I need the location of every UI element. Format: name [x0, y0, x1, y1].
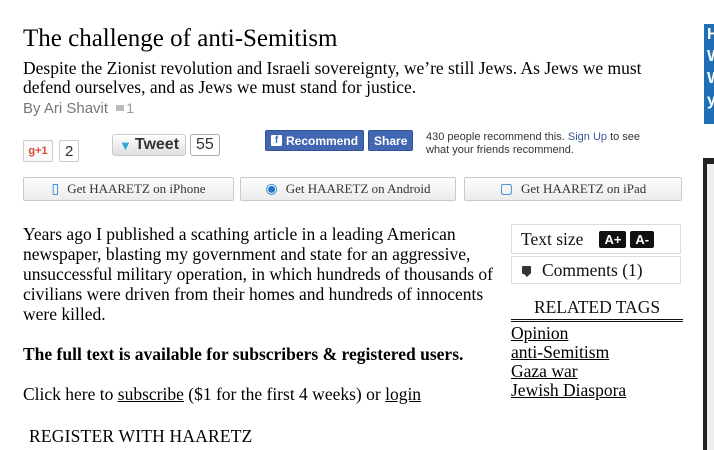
register-link[interactable]: REGISTER WITH HAARETZ: [29, 426, 253, 447]
related-tags-heading: RELATED TAGS: [511, 297, 683, 322]
gplus-widget: g+1 2: [23, 140, 80, 162]
facebook-widget: f Recommend Share: [265, 130, 417, 151]
byline: By Ari Shavit 1: [23, 100, 134, 117]
fb-share-button[interactable]: Share: [368, 130, 414, 151]
get-iphone-app-button[interactable]: ▯ Get HAARETZ on iPhone: [23, 177, 234, 201]
tag-link[interactable]: Opinion: [511, 324, 626, 343]
gplus-count: 2: [59, 140, 80, 162]
android-app-label: Get HAARETZ on Android: [285, 181, 431, 196]
twitter-bird-icon: ▼: [119, 137, 132, 153]
subscribe-prefix: Click here to: [23, 384, 118, 404]
article-subtitle: Despite the Zionist revolution and Israe…: [23, 58, 642, 97]
text-size-control: Text size A+ A-: [511, 224, 681, 254]
decrease-text-button[interactable]: A-: [630, 230, 655, 248]
comments-label: Comments (1): [542, 259, 643, 280]
comment-bubble-icon: [522, 266, 531, 277]
tweet-count: 55: [190, 134, 220, 156]
iphone-icon: ▯: [51, 181, 60, 197]
text-size-label: Text size: [521, 228, 584, 249]
facebook-icon: f: [271, 135, 282, 146]
fb-recommend-button[interactable]: f Recommend: [265, 130, 365, 151]
tag-link[interactable]: anti-Semitism: [511, 343, 626, 362]
side-ad-banner[interactable]: H W W y: [704, 24, 714, 124]
android-icon: ◉: [265, 181, 278, 197]
tag-link[interactable]: Gaza war: [511, 362, 626, 381]
text-size-buttons: A+ A-: [595, 230, 655, 248]
tag-link[interactable]: Jewish Diaspora: [511, 381, 626, 400]
ad-letter: y: [707, 92, 714, 109]
article-body: Years ago I published a scathing article…: [23, 224, 493, 324]
ipad-icon: ▢: [499, 181, 513, 197]
article-title: The challenge of anti-Semitism: [23, 25, 338, 52]
related-tags-list: Opinion anti-Semitism Gaza war Jewish Di…: [511, 324, 626, 400]
fb-count-text: 430 people recommend this.: [426, 131, 568, 143]
subscribe-middle: ($1 for the first 4 weeks) or: [183, 384, 386, 404]
subscriber-notice: The full text is available for subscribe…: [23, 344, 464, 364]
fb-recommend-text: 430 people recommend this. Sign Up to se…: [426, 131, 666, 157]
ad-letter: W: [707, 46, 714, 68]
ad-letter: H: [707, 26, 714, 43]
gplus-button[interactable]: g+1: [23, 140, 53, 162]
ipad-app-label: Get HAARETZ on iPad: [520, 181, 647, 196]
comments-button[interactable]: Comments (1): [511, 256, 681, 284]
author-link[interactable]: By Ari Shavit: [23, 100, 108, 117]
byline-comment-count[interactable]: 1: [126, 100, 134, 116]
subscribe-line: Click here to subscribe ($1 for the firs…: [23, 384, 421, 404]
get-android-app-button[interactable]: ◉ Get HAARETZ on Android: [240, 177, 456, 201]
iphone-app-label: Get HAARETZ on iPhone: [67, 181, 206, 196]
tweet-label: Tweet: [134, 136, 180, 153]
subscribe-link[interactable]: subscribe: [118, 384, 184, 404]
comment-icon: [116, 105, 125, 111]
login-link[interactable]: login: [385, 384, 421, 404]
fb-recommend-label: Recommend: [286, 133, 359, 148]
ad-letter: W: [707, 68, 714, 90]
get-ipad-app-button[interactable]: ▢ Get HAARETZ on iPad: [464, 177, 682, 201]
tweet-button[interactable]: ▼ Tweet: [112, 134, 187, 156]
side-ad-image[interactable]: [707, 164, 714, 450]
tweet-widget: ▼ Tweet 55: [112, 134, 220, 156]
fb-signup-link[interactable]: Sign Up: [568, 131, 607, 143]
increase-text-button[interactable]: A+: [599, 230, 627, 248]
